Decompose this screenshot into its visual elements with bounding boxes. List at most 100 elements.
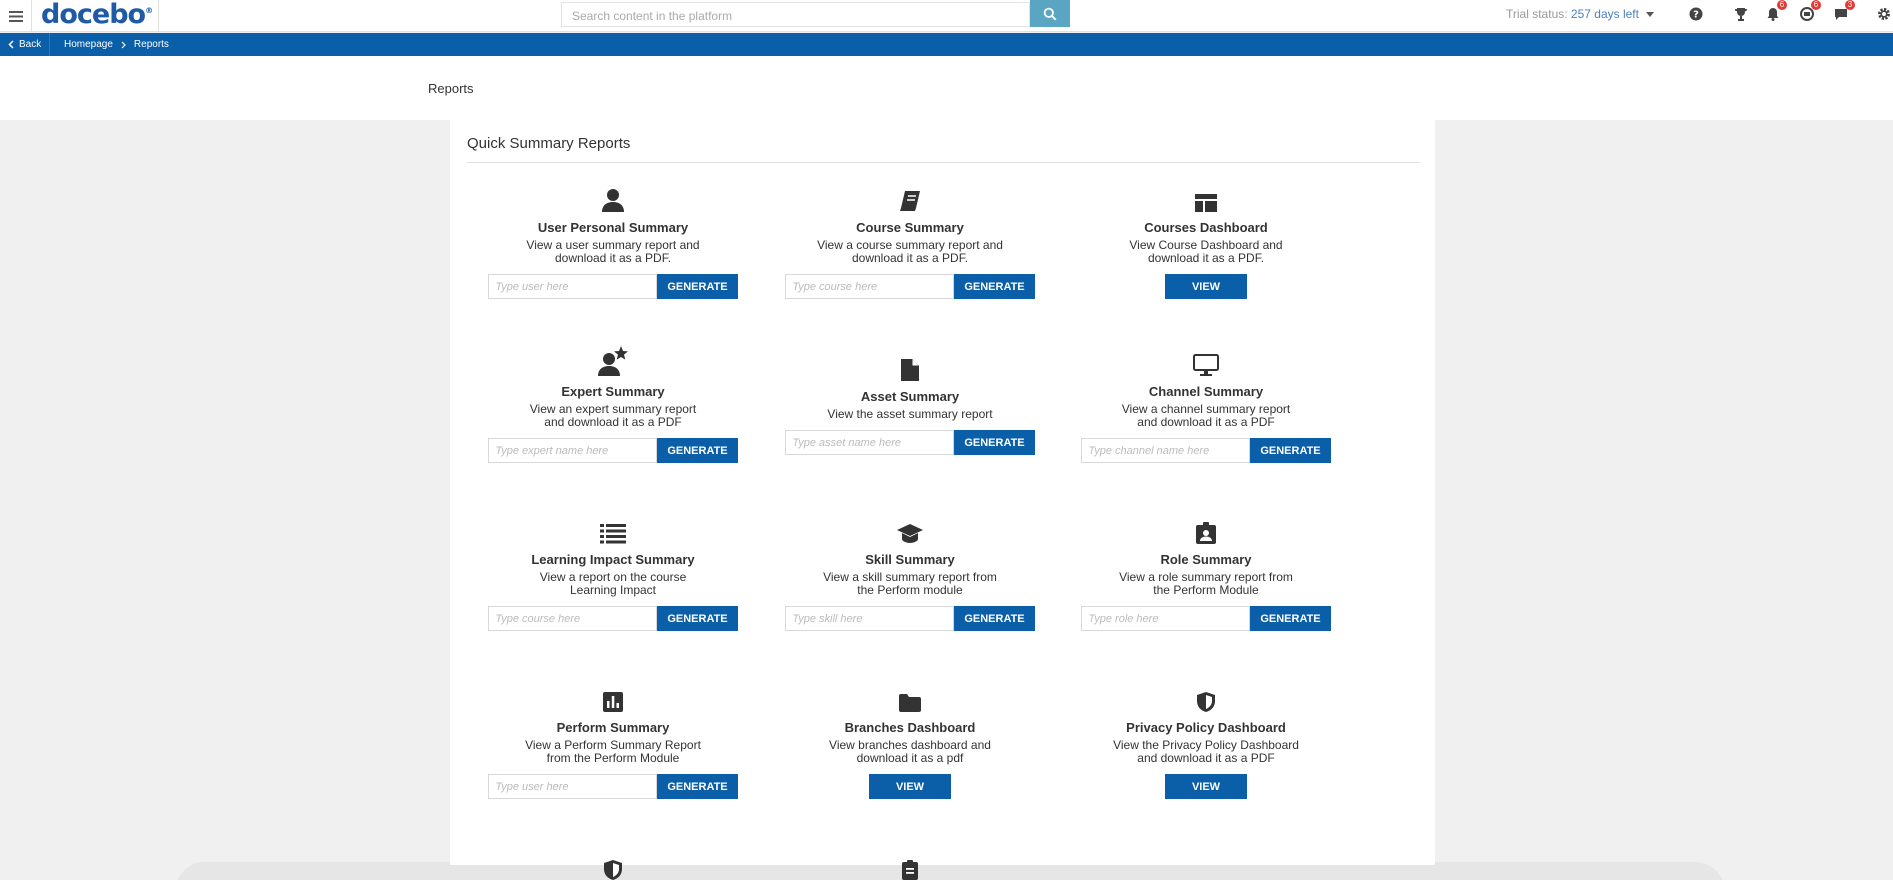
tile-description: View a report on the course Learning Impa… <box>539 570 687 597</box>
trial-days: 257 days left <box>1570 7 1639 21</box>
tile-title: Skill Summary <box>865 552 955 567</box>
back-button[interactable]: Back <box>0 33 51 56</box>
page-title: Reports <box>428 81 474 96</box>
notifications-icon[interactable]: 6 <box>1765 0 1787 22</box>
dashboard-icon <box>1076 186 1336 212</box>
search-input[interactable]: Search content in the platform <box>561 2 1030 27</box>
hamburger-menu-icon[interactable] <box>0 0 32 32</box>
tile-privacy-policy-dashboard: Privacy Policy Dashboard View the Privac… <box>1076 686 1336 799</box>
generate-button[interactable]: GENERATE <box>954 430 1035 455</box>
tile-perform-summary: Perform Summary View a Perform Summary R… <box>483 686 743 799</box>
tile-description: View a course summary report and download… <box>817 238 1003 265</box>
tile-asset-summary: Asset Summary View the asset summary rep… <box>780 355 1040 455</box>
top-bar: docebo® Search content in the platform T… <box>0 0 1893 32</box>
title-strip <box>0 56 1893 120</box>
tile-courses-dashboard: Courses Dashboard View Course Dashboard … <box>1076 186 1336 299</box>
generate-button[interactable]: GENERATE <box>954 274 1035 299</box>
tile-channel-summary: Channel Summary View a channel summary r… <box>1076 350 1336 463</box>
tile-title: Learning Impact Summary <box>531 552 695 567</box>
tile-description: View an expert summary report and downloa… <box>529 402 697 429</box>
tile-description: View the asset summary report <box>827 407 993 421</box>
user-input[interactable] <box>488 274 658 299</box>
tile-description: View branches dashboard and download it a… <box>829 738 991 765</box>
search-icon <box>1043 7 1057 21</box>
tile-title: Perform Summary <box>556 720 670 735</box>
list-icon <box>483 518 743 544</box>
shield-icon <box>1076 686 1336 712</box>
bar-chart-icon <box>483 686 743 712</box>
tile-title: Courses Dashboard <box>1144 220 1268 235</box>
tile-title: Expert Summary <box>561 384 665 399</box>
generate-button[interactable]: GENERATE <box>657 274 738 299</box>
trial-status[interactable]: Trial status: 257 days left <box>1506 7 1655 21</box>
search-button[interactable] <box>1030 0 1070 27</box>
tile-role-summary: Role Summary View a role summary report … <box>1076 518 1336 631</box>
chat-icon[interactable]: 3 <box>1833 0 1855 22</box>
view-button[interactable]: VIEW <box>869 774 951 799</box>
trophy-icon[interactable] <box>1733 6 1749 22</box>
graduation-cap-icon <box>780 518 1040 544</box>
chevron-left-icon <box>8 40 14 49</box>
course-input[interactable] <box>488 606 658 631</box>
monitor-icon <box>1076 350 1336 376</box>
messages-icon[interactable]: 6 <box>1799 0 1821 22</box>
section-title: Quick Summary Reports <box>467 135 631 152</box>
role-input[interactable] <box>1081 606 1251 631</box>
generate-button[interactable]: GENERATE <box>657 774 738 799</box>
asset-name-input[interactable] <box>785 430 955 455</box>
course-input[interactable] <box>785 274 955 299</box>
generate-button[interactable]: GENERATE <box>954 606 1035 631</box>
chat-badge: 3 <box>1845 0 1855 10</box>
tile-title: Branches Dashboard <box>844 720 976 735</box>
clipboard-icon <box>902 860 918 880</box>
messages-badge: 6 <box>1811 0 1821 10</box>
tile-title: Asset Summary <box>860 389 960 404</box>
skill-input[interactable] <box>785 606 955 631</box>
user-icon <box>483 186 743 212</box>
shield-icon <box>604 860 622 880</box>
tile-description: View a role summary report from the Perfo… <box>1119 570 1293 597</box>
generate-button[interactable]: GENERATE <box>1250 606 1331 631</box>
help-icon[interactable]: ? <box>1688 6 1704 22</box>
expert-name-input[interactable] <box>488 438 658 463</box>
divider <box>158 0 159 32</box>
back-label: Back <box>19 39 42 50</box>
trial-label: Trial status: <box>1506 7 1568 21</box>
tile-description: View a Perform Summary Report from the Pe… <box>525 738 701 765</box>
breadcrumb-homepage[interactable]: Homepage <box>64 39 113 50</box>
expert-icon <box>483 346 743 376</box>
tile-description: View a skill summary report from the Perf… <box>823 570 997 597</box>
view-button[interactable]: VIEW <box>1165 774 1247 799</box>
channel-name-input[interactable] <box>1081 438 1251 463</box>
tile-title: Role Summary <box>1160 552 1252 567</box>
docebo-logo[interactable]: docebo® <box>41 0 153 30</box>
tile-description: View Course Dashboard and download it as … <box>1129 238 1283 265</box>
breadcrumb: Homepage Reports <box>64 39 169 50</box>
logo-text: docebo <box>41 0 146 30</box>
svg-text:?: ? <box>1693 10 1699 21</box>
tile-course-summary: Course Summary View a course summary rep… <box>780 186 1040 299</box>
user-input[interactable] <box>488 774 658 799</box>
generate-button[interactable]: GENERATE <box>657 606 738 631</box>
tile-description: View the Privacy Policy Dashboard and dow… <box>1113 738 1299 765</box>
tile-skill-summary: Skill Summary View a skill summary repor… <box>780 518 1040 631</box>
chevron-right-icon <box>121 41 126 48</box>
tile-expert-summary: Expert Summary View an expert summary re… <box>483 346 743 463</box>
generate-button[interactable]: GENERATE <box>657 438 738 463</box>
breadcrumb-bar: Back Homepage Reports <box>0 33 1893 56</box>
tile-description: View a channel summary report and downloa… <box>1121 402 1291 429</box>
tile-description: View a user summary report and download i… <box>526 238 700 265</box>
folder-icon <box>780 686 1040 712</box>
tile-learning-impact-summary: Learning Impact Summary View a report on… <box>483 518 743 631</box>
tile-title: Course Summary <box>856 220 964 235</box>
tile-title: Channel Summary <box>1148 384 1264 399</box>
tile-user-personal-summary: User Personal Summary View a user summar… <box>483 186 743 299</box>
generate-button[interactable]: GENERATE <box>1250 438 1331 463</box>
tile-branches-dashboard: Branches Dashboard View branches dashboa… <box>780 686 1040 799</box>
view-button[interactable]: VIEW <box>1165 274 1247 299</box>
file-icon <box>780 355 1040 381</box>
breadcrumb-reports: Reports <box>133 39 169 50</box>
tile-title: User Personal Summary <box>537 220 689 235</box>
logo-mark: ® <box>145 6 154 15</box>
gear-icon[interactable] <box>1876 6 1892 22</box>
